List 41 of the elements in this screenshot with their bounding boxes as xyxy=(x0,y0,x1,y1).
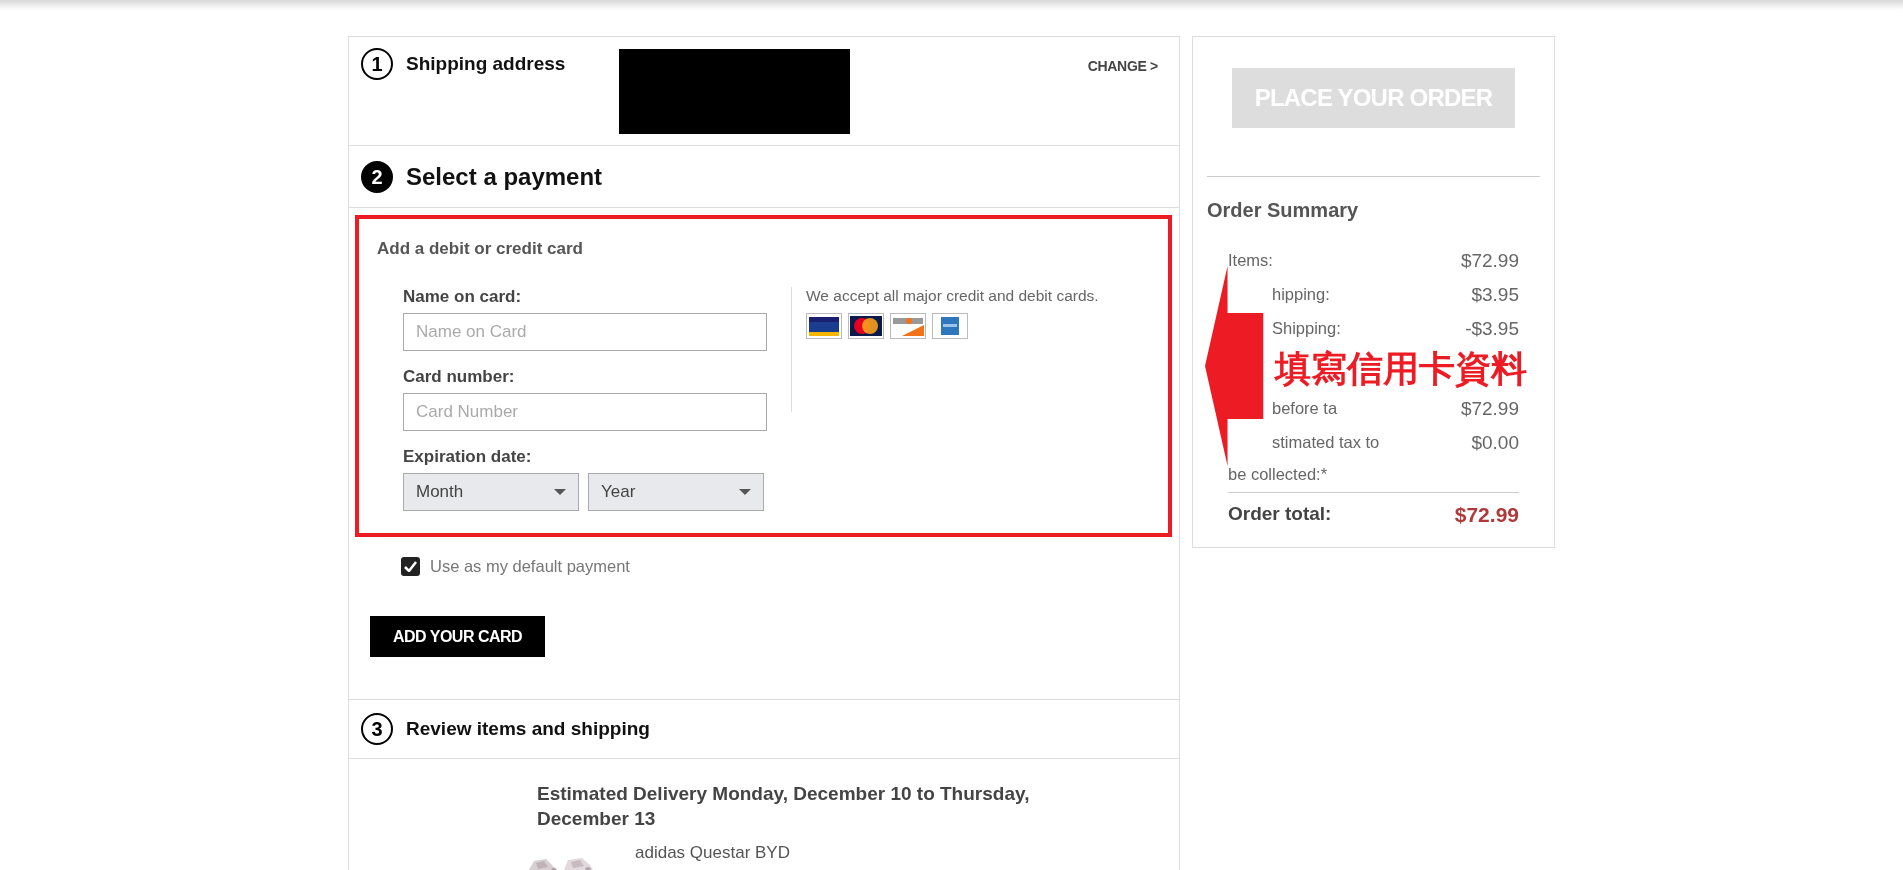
total-label: Order total: xyxy=(1228,503,1332,526)
step-number: 3 xyxy=(361,713,393,745)
step-title: Review items and shipping xyxy=(406,718,650,740)
form-heading: Add a debit or credit card xyxy=(377,239,584,259)
summary-title: Order Summary xyxy=(1207,199,1360,222)
annotation-text: 填寫信用卡資料 xyxy=(1275,347,1527,391)
total-value: $72.99 xyxy=(1454,503,1519,527)
field-label: Card number: xyxy=(403,367,516,387)
summary-label: stimated tax to be collected:* xyxy=(1228,432,1381,485)
summary-label: hipping: xyxy=(1271,284,1331,305)
input-field[interactable]: Card Number xyxy=(403,393,767,431)
credit-card-icon xyxy=(806,313,842,339)
summary-label: before ta xyxy=(1271,398,1339,419)
accept-note: We accept all major credit and debit cards. xyxy=(806,287,1099,305)
credit-card-icon xyxy=(932,313,968,339)
caret-icon xyxy=(739,489,751,495)
change-link[interactable]: CHANGE > xyxy=(1087,58,1158,74)
caret-icon xyxy=(554,489,566,495)
field-label: Name on card: xyxy=(403,287,523,307)
dropdown[interactable]: Month xyxy=(403,473,579,511)
dropdown[interactable]: Year xyxy=(588,473,764,511)
step-title: Select a payment xyxy=(406,163,603,191)
product-name: adidas Questar BYD xyxy=(635,843,790,864)
field-label: Expiration date: xyxy=(403,447,533,467)
credit-card-icon xyxy=(848,313,884,339)
summary-value: $3.95 xyxy=(1471,283,1519,307)
step-title: Shipping address xyxy=(406,53,566,75)
summary-label: Shipping: xyxy=(1271,318,1342,339)
summary-value: $0.00 xyxy=(1471,431,1519,455)
add-card-button[interactable]: ADD YOUR CARD xyxy=(370,616,545,657)
checkbox[interactable] xyxy=(401,557,420,576)
delivery-estimate: Estimated Delivery Monday, December 10 to Thursday, December 13 xyxy=(537,782,1031,831)
summary-value: $72.99 xyxy=(1460,397,1519,421)
summary-value: -$3.95 xyxy=(1465,317,1519,341)
credit-card-icon xyxy=(890,313,926,339)
summary-value: $72.99 xyxy=(1460,249,1519,273)
step-number: 2 xyxy=(361,161,393,193)
checkbox-label: Use as my default payment xyxy=(430,557,630,576)
step-number: 1 xyxy=(361,48,393,80)
summary-label: Items: xyxy=(1228,250,1274,271)
input-field[interactable]: Name on Card xyxy=(403,313,767,351)
